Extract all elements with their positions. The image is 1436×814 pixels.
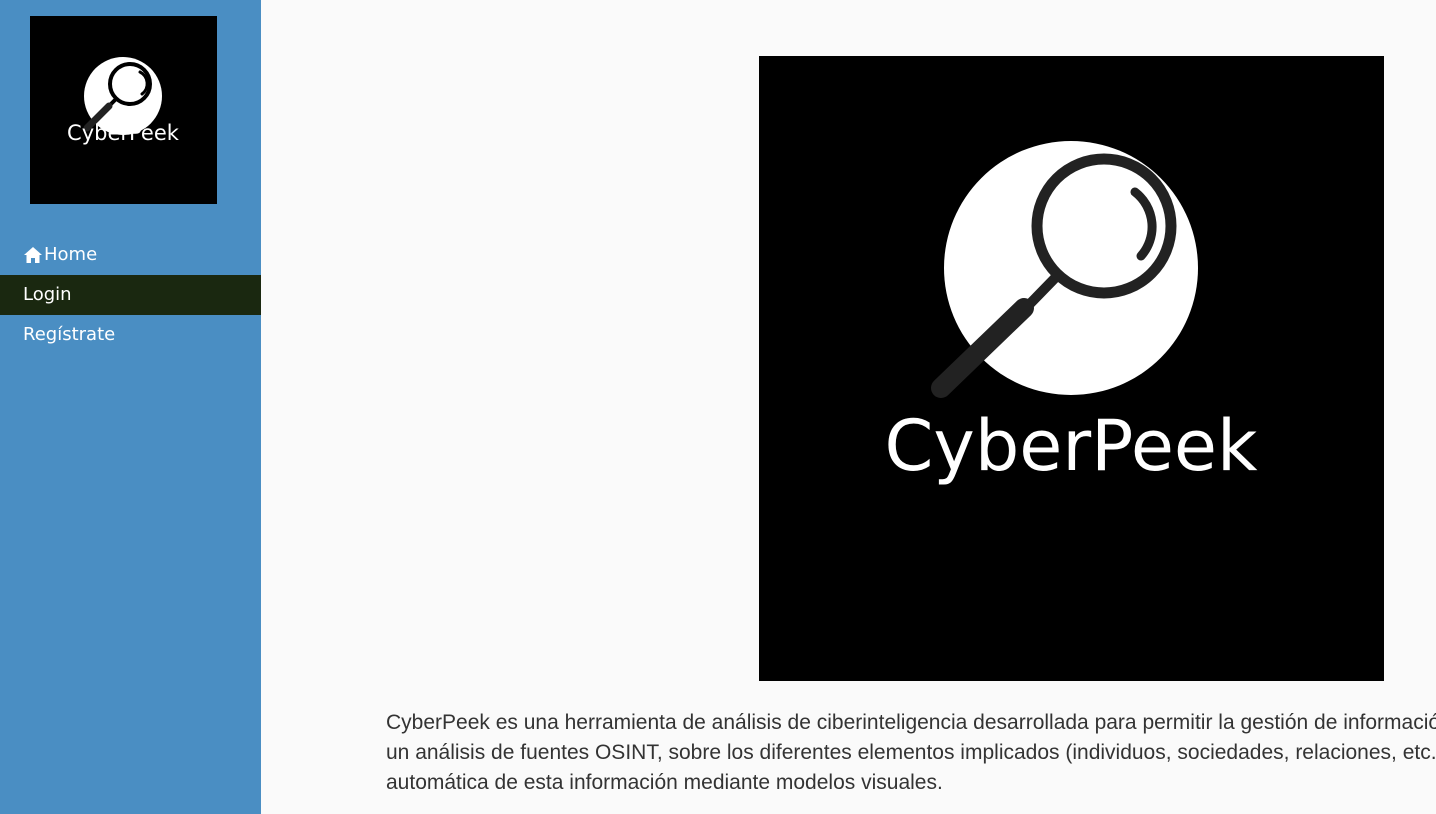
magnifying-glass-icon: CyberPeek [67,57,180,145]
sidebar-logo[interactable]: CyberPeek [30,16,217,204]
description-line: CyberPeek es una herramienta de análisis… [386,711,1436,734]
sidebar-nav: Home Login Regístrate [0,235,261,355]
sidebar-item-home[interactable]: Home [0,235,261,275]
sidebar-item-label: Login [23,284,72,305]
sidebar-logo-text: CyberPeek [67,121,180,145]
hero-logo: CyberPeek [759,56,1384,681]
magnifying-glass-icon: CyberPeek [885,141,1258,487]
sidebar-item-register[interactable]: Regístrate [0,315,261,355]
main-content: CyberPeek CyberPeek es una herramienta d… [261,0,1436,814]
description-line: un análisis de fuentes OSINT, sobre los … [386,741,1436,764]
description-line: automática de esta información mediante … [386,771,943,794]
sidebar-item-label: Home [44,244,98,265]
home-icon [23,246,43,264]
description: CyberPeek es una herramienta de análisis… [386,708,1436,798]
hero-logo-text: CyberPeek [885,405,1258,487]
sidebar: CyberPeek Home Login Regístrate [0,0,261,814]
sidebar-item-login[interactable]: Login [0,275,261,315]
sidebar-item-label: Regístrate [23,324,116,345]
